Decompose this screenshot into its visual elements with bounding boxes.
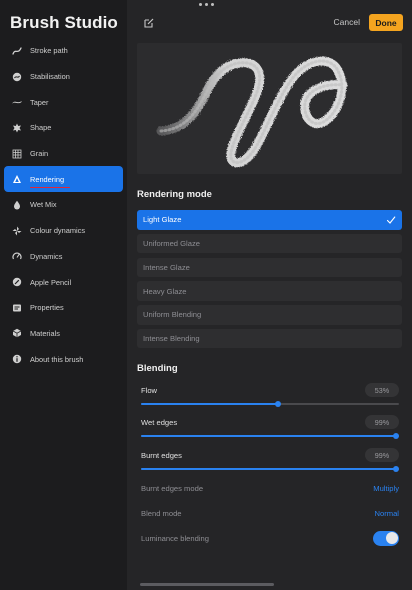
sidebar-item-apple-pencil[interactable]: Apple Pencil <box>0 269 127 295</box>
slider-value: 99% <box>365 415 399 429</box>
sidebar-item-label: Dynamics <box>30 251 63 261</box>
info-icon <box>12 354 22 364</box>
taper-icon <box>12 97 22 107</box>
burnt-edges-mode-value[interactable]: Multiply <box>373 484 399 493</box>
active-underline <box>30 186 70 189</box>
edit-icon[interactable] <box>143 16 155 28</box>
slider-fill <box>141 435 397 437</box>
rendering-mode-option[interactable]: Uniformed Glaze <box>137 233 402 254</box>
brush-stroke-preview <box>156 56 348 167</box>
rendering-mode-option[interactable]: Light Glaze <box>137 210 402 230</box>
sidebar: Brush Studio Stroke path Stabilisation T… <box>0 0 127 590</box>
sidebar-item-label: Wet Mix <box>30 200 57 210</box>
slider-label: Flow <box>141 386 158 395</box>
sidebar-item-label: Properties <box>30 303 64 313</box>
rendering-mode-label: Intense Glaze <box>143 262 190 272</box>
sidebar-item-label: Materials <box>30 328 60 338</box>
sidebar-item-label: Colour dynamics <box>30 226 86 236</box>
sidebar-item-rendering[interactable]: Rendering <box>4 166 123 193</box>
luminance-blending-label: Luminance blending <box>141 533 209 543</box>
sidebar-item-dynamics[interactable]: Dynamics <box>0 244 127 270</box>
sidebar-item-colour-dynamics[interactable]: Colour dynamics <box>0 218 127 244</box>
wet-mix-icon <box>12 200 22 210</box>
shape-icon <box>12 123 22 133</box>
stabilisation-icon <box>12 72 22 82</box>
sidebar-item-grain[interactable]: Grain <box>0 141 127 167</box>
blend-mode-row: Blend mode Normal <box>141 506 399 520</box>
checkmark-icon <box>386 216 396 224</box>
blend-mode-label: Blend mode <box>141 508 182 518</box>
materials-icon <box>12 328 22 338</box>
sidebar-item-label: Rendering <box>30 174 65 184</box>
sidebar-nav: Stroke path Stabilisation Taper Shape Gr <box>0 38 127 372</box>
sidebar-item-label: About this brush <box>30 354 84 364</box>
rendering-mode-list: Light Glaze Uniformed Glaze Intense Glaz… <box>137 210 402 353</box>
slider-value: 99% <box>365 448 399 462</box>
slider-knob[interactable] <box>393 465 400 472</box>
slider-fill <box>141 403 278 405</box>
burnt-edges-mode-label: Burnt edges mode <box>141 483 204 493</box>
rendering-mode-label: Heavy Glaze <box>143 286 187 296</box>
slider-track[interactable] <box>141 465 400 472</box>
sidebar-item-properties[interactable]: Properties <box>0 295 127 321</box>
sidebar-item-label: Taper <box>30 97 49 107</box>
multitasking-dots[interactable] <box>199 3 214 6</box>
brush-preview[interactable] <box>137 43 402 174</box>
sidebar-item-about-this-brush[interactable]: About this brush <box>0 346 127 372</box>
slider-track[interactable] <box>141 432 400 439</box>
main-panel: Cancel Done Rendering mode Light Glaze U… <box>127 0 412 590</box>
sidebar-item-wet-mix[interactable]: Wet Mix <box>0 192 127 218</box>
rendering-mode-label: Uniformed Glaze <box>143 239 200 249</box>
luminance-blending-row: Luminance blending <box>141 530 399 546</box>
rendering-mode-option[interactable]: Heavy Glaze <box>137 281 402 301</box>
sidebar-item-label: Shape <box>30 123 52 133</box>
burnt-edges-mode-row: Burnt edges mode Multiply <box>141 481 399 495</box>
slider-track[interactable] <box>141 400 399 407</box>
cancel-button[interactable]: Cancel <box>334 17 360 27</box>
colour-dynamics-icon <box>12 226 22 236</box>
sidebar-item-stabilisation[interactable]: Stabilisation <box>0 64 127 90</box>
rendering-mode-option[interactable]: Intense Glaze <box>137 257 402 278</box>
slider-knob[interactable] <box>274 400 281 407</box>
sidebar-item-taper[interactable]: Taper <box>0 89 127 115</box>
sidebar-item-label: Grain <box>30 149 49 159</box>
rendering-icon <box>12 174 22 184</box>
sidebar-item-label: Stabilisation <box>30 72 70 82</box>
blending-title: Blending <box>137 363 178 374</box>
rendering-mode-option[interactable]: Intense Blending <box>137 328 402 349</box>
rendering-mode-label: Intense Blending <box>143 334 200 344</box>
slider-knob[interactable] <box>393 432 400 439</box>
slider-fill <box>141 468 397 470</box>
apple-pencil-icon <box>12 277 22 287</box>
sidebar-item-shape[interactable]: Shape <box>0 115 127 141</box>
toggle-thumb <box>385 532 398 544</box>
sidebar-item-label: Apple Pencil <box>30 277 72 287</box>
grain-icon <box>12 149 22 159</box>
slider-label: Burnt edges <box>141 451 182 460</box>
slider-value: 53% <box>365 383 399 397</box>
dynamics-icon <box>12 251 22 261</box>
flow-slider[interactable]: Flow 53% <box>141 383 399 412</box>
rendering-mode-label: Light Glaze <box>143 215 182 225</box>
blend-mode-value[interactable]: Normal <box>375 509 399 518</box>
app-title: Brush Studio <box>10 13 118 32</box>
sidebar-item-stroke-path[interactable]: Stroke path <box>0 38 127 64</box>
wet-edges-slider[interactable]: Wet edges 99% <box>141 415 400 444</box>
properties-icon <box>12 303 22 313</box>
home-indicator[interactable] <box>140 583 274 586</box>
slider-label: Wet edges <box>141 418 178 427</box>
rendering-mode-title: Rendering mode <box>137 189 212 200</box>
rendering-mode-option[interactable]: Uniform Blending <box>137 305 402 325</box>
luminance-blending-toggle[interactable] <box>373 530 399 546</box>
done-button[interactable]: Done <box>369 14 403 31</box>
burnt-edges-slider[interactable]: Burnt edges 99% <box>141 448 400 477</box>
rendering-mode-label: Uniform Blending <box>143 310 202 320</box>
sidebar-item-label: Stroke path <box>30 46 68 56</box>
stroke-path-icon <box>12 46 22 56</box>
sidebar-item-materials[interactable]: Materials <box>0 321 127 347</box>
